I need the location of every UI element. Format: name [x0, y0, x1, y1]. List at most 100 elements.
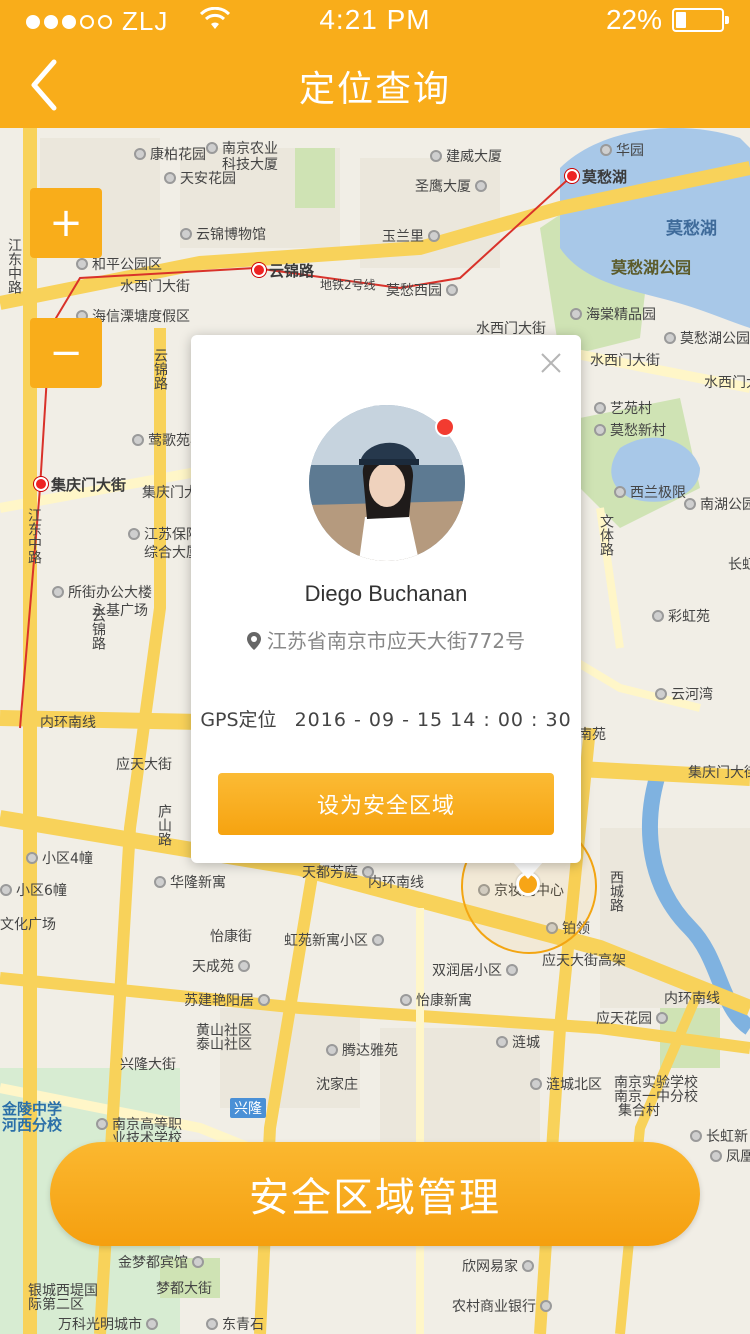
map-label-text: 应天大街高架 — [542, 953, 626, 969]
gps-timestamp: 2016 - 09 - 15 14 : 00 : 30 — [294, 709, 572, 731]
map-label: 云锦博物馆 — [180, 224, 266, 244]
popup-pointer — [512, 861, 544, 879]
map-label-text: 西城路 — [608, 870, 624, 912]
map-label-text: 莫愁新村 — [610, 423, 666, 439]
gps-label: GPS定位 — [200, 709, 277, 731]
map-label-text: 建威大厦 — [446, 149, 502, 165]
map-label-text: 梦都大街 — [156, 1281, 212, 1297]
map-label-text: 文化广场 — [0, 917, 56, 933]
map-label: 天成苑 — [192, 956, 254, 976]
map-label: 涟城 — [496, 1032, 540, 1052]
map-label-text: 天都芳庭 — [302, 865, 358, 881]
map-label-text: 海棠精品园 — [586, 307, 656, 323]
close-icon — [541, 353, 561, 373]
nav-bar: 定位查询 — [0, 40, 750, 128]
map-label: 江东中路 — [4, 238, 24, 294]
minus-icon: − — [49, 330, 83, 376]
map-label-text: 所街办公大楼 — [68, 585, 152, 601]
map-label-text: 天安花园 — [180, 171, 236, 187]
map-label-text: 水西门大街 — [120, 279, 190, 295]
map-label: 地铁2号线 — [320, 276, 376, 293]
map-label: 沈家庄 — [316, 1074, 358, 1094]
page-title: 定位查询 — [298, 69, 451, 110]
map-label-text: 云河湾 — [671, 687, 713, 703]
map-label: 云锦路 — [88, 608, 108, 650]
map-label-text: 云锦路 — [90, 608, 106, 650]
set-safe-zone-button[interactable]: 设为安全区域 — [218, 773, 554, 835]
map-label: 集合村 — [618, 1100, 660, 1120]
map-label-text: 长虹 — [728, 557, 750, 573]
map-label: 江苏保险 — [128, 524, 200, 544]
map-label-text: 康柏花园 — [150, 147, 206, 163]
map-label-text: 集庆门大街 — [51, 476, 127, 494]
map-label: 所街办公大楼 — [52, 582, 152, 602]
map-label-text: 际第二区 — [28, 1297, 84, 1313]
map-label-text: 河西分校 — [2, 1116, 63, 1134]
map-label-text: 虹苑新寓小区 — [284, 933, 368, 949]
map-label-text: 苏建艳阳居 — [184, 993, 254, 1009]
map-label: 康柏花园 — [134, 144, 206, 164]
map-label: 华园 — [600, 140, 644, 160]
map-label-text: 集合村 — [618, 1103, 660, 1119]
map-label-text: 艺苑村 — [610, 401, 652, 417]
map-label-text: 小区4幢 — [42, 851, 93, 867]
map-label: 涟城北区 — [530, 1074, 602, 1094]
map-label: 腾达雅苑 — [326, 1040, 398, 1060]
map-label-text: 天成苑 — [192, 959, 234, 975]
map-label: 西城路 — [606, 870, 626, 912]
map-label-text: 万科光明城市 — [58, 1317, 142, 1333]
map-label: 金梦都宾馆 — [118, 1252, 208, 1272]
map-label-text: 云锦博物馆 — [196, 227, 266, 243]
map-label-text: 南苑 — [578, 727, 606, 743]
map-label-text: 长虹新 — [706, 1129, 748, 1145]
close-button[interactable] — [537, 349, 565, 377]
map-label-text: 和平公园区 — [92, 257, 162, 273]
battery-icon — [672, 8, 729, 32]
map-label-text: 莫愁湖 — [666, 219, 717, 239]
zoom-in-button[interactable]: + — [30, 188, 102, 258]
status-bar: ZLJ 4:21 PM 22% — [0, 0, 750, 40]
map-label: 兴隆大街 — [120, 1054, 176, 1074]
map-label-text: 集庆门大 — [142, 485, 198, 501]
map-label-text: 内环南线 — [40, 715, 96, 731]
map-label: 水西门大街 — [120, 276, 190, 296]
map-label: 泰山社区 — [196, 1034, 252, 1054]
map-label-text: 海信溧塘度假区 — [92, 309, 190, 325]
header-bar: ZLJ 4:21 PM 22% 定位查询 — [0, 0, 750, 128]
map-label: 凤凰 — [710, 1146, 750, 1166]
map-label-text: 双润居小区 — [432, 963, 502, 979]
user-name: Diego Buchanan — [304, 581, 468, 606]
map-label-text: 内环南线 — [368, 875, 424, 891]
map-label-text: 金梦都宾馆 — [118, 1255, 188, 1271]
safe-zone-management-button[interactable]: 安全区域管理 — [50, 1142, 700, 1246]
map-label-text: 莫愁湖 — [582, 168, 628, 186]
zoom-out-button[interactable]: − — [30, 318, 102, 388]
map-label: 文体路 — [596, 514, 616, 556]
map-label-text: 彩虹苑 — [668, 609, 710, 625]
map-label-text: 小区6幢 — [16, 883, 67, 899]
map-label-text: 怡康街 — [210, 929, 252, 945]
map-label: 建威大厦 — [430, 146, 502, 166]
map-label-text: 莫愁西园 — [386, 283, 442, 299]
map-label-text: 涟城 — [512, 1035, 540, 1051]
map-label-text: 水西门大街 — [704, 375, 750, 391]
map-label: 应天花园 — [596, 1008, 672, 1028]
map-label: 云锦路 — [252, 260, 314, 281]
map-label: 梦都大街 — [156, 1278, 212, 1298]
map-label: 云锦路 — [150, 348, 170, 390]
status-right: 22% — [606, 4, 729, 36]
map-label: 水西门大街 — [704, 372, 750, 392]
map-label: 长虹新 — [690, 1126, 748, 1146]
map-label: 莫愁湖公园 — [664, 328, 750, 348]
map-label-text: 兴隆大街 — [120, 1057, 176, 1073]
map-label: 莫愁新村 — [594, 420, 666, 440]
map-label: 怡康新寓 — [400, 990, 472, 1010]
map-label: 江东中路 — [24, 508, 44, 564]
map-label: 文化广场 — [0, 914, 56, 934]
map-label-text: 腾达雅苑 — [342, 1043, 398, 1059]
map-label-text: 云锦路 — [269, 262, 315, 280]
map-label: 集庆门大街 — [34, 474, 126, 495]
map-label: 莫愁湖 — [666, 214, 717, 239]
map-label-text: 怡康新寓 — [416, 993, 472, 1009]
map-label: 双润居小区 — [432, 960, 522, 980]
